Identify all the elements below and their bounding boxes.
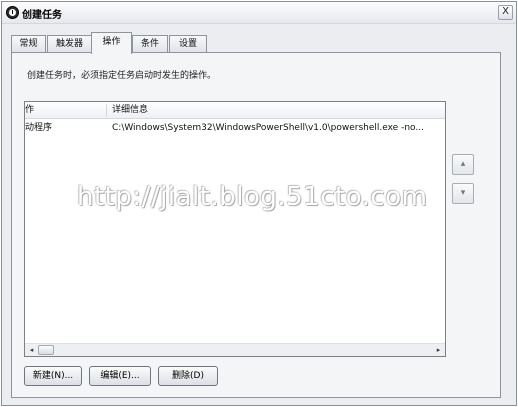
tab-actions[interactable]: 操作	[91, 32, 132, 54]
scroll-left-icon[interactable]: ◂	[26, 345, 37, 356]
new-button[interactable]: 新建(N)...	[24, 366, 82, 386]
window-title: 创建任务	[22, 10, 62, 21]
column-header-details[interactable]: 详细信息	[112, 102, 442, 119]
tab-triggers[interactable]: 触发器	[47, 35, 92, 53]
move-up-button[interactable]: ▴	[452, 154, 474, 175]
watermark-text: http://jialt.blog.51cto.com	[77, 182, 428, 212]
scroll-right-icon[interactable]: ▸	[433, 345, 444, 356]
scrollbar-thumb[interactable]	[38, 345, 54, 355]
edit-button[interactable]: 编辑(E)...	[89, 366, 151, 386]
tab-settings[interactable]: 设置	[169, 35, 207, 53]
column-header-action[interactable]: 作	[25, 102, 105, 119]
tab-general[interactable]: 常规	[11, 35, 46, 53]
horizontal-scrollbar[interactable]: ◂ ▸	[25, 343, 445, 356]
actions-panel: 创建任务时，必须指定任务启动时发生的操作。 作 详细信息 动程序 C:\Wind…	[11, 52, 501, 398]
close-button[interactable]: X	[498, 5, 513, 20]
panel-description: 创建任务时，必须指定任务启动时发生的操作。	[27, 71, 217, 81]
move-down-button[interactable]: ▾	[452, 183, 474, 204]
title-bar: 创建任务 X	[2, 2, 516, 24]
list-header: 作 详细信息	[25, 102, 445, 119]
clock-icon	[6, 6, 19, 19]
cell-action: 动程序	[25, 123, 53, 133]
delete-button[interactable]: 删除(D)	[158, 366, 218, 386]
tab-bar: 常规 触发器 操作 条件 设置	[11, 32, 501, 54]
actions-list[interactable]: 作 详细信息 动程序 C:\Windows\System32\WindowsPo…	[24, 101, 446, 357]
cell-details: C:\Windows\System32\WindowsPowerShell\v1…	[112, 123, 424, 133]
list-item[interactable]: 动程序 C:\Windows\System32\WindowsPowerShel…	[25, 120, 445, 136]
column-separator[interactable]	[106, 104, 107, 117]
tab-conditions[interactable]: 条件	[132, 35, 168, 53]
